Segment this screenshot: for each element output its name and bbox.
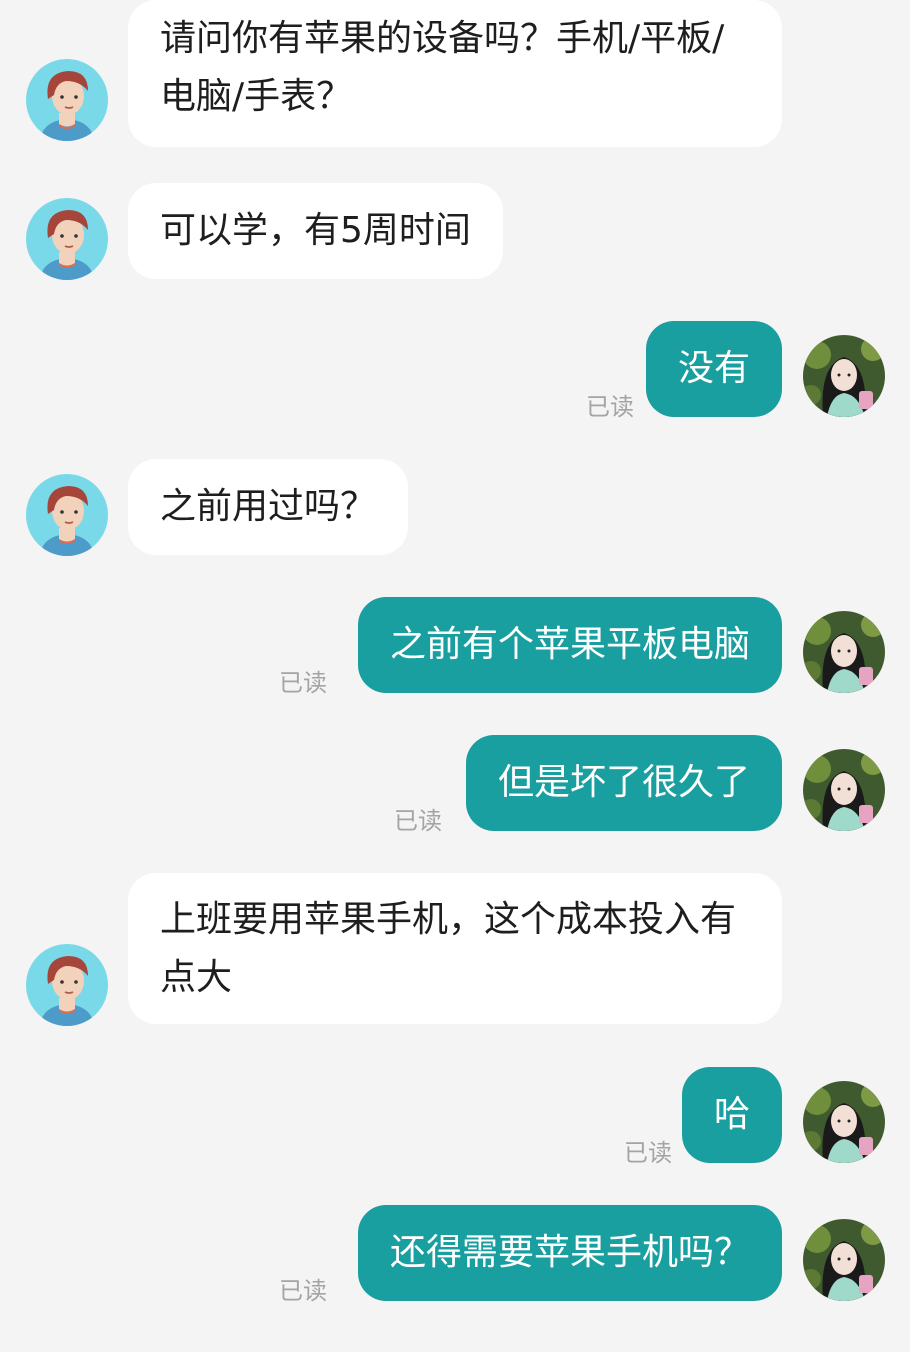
- message-text: 但是坏了很久了: [497, 762, 750, 803]
- cartoon-person-icon: [26, 474, 108, 556]
- contact-avatar[interactable]: [26, 59, 108, 141]
- outgoing-message[interactable]: 哈: [681, 1067, 782, 1163]
- message-text: 之前用过吗？: [160, 486, 377, 527]
- read-status: 已读: [624, 1139, 672, 1167]
- self-avatar[interactable]: [803, 749, 885, 831]
- incoming-message[interactable]: 上班要用苹果手机，这个成本投入有点大: [128, 873, 782, 1024]
- read-status: 已读: [586, 393, 634, 421]
- cartoon-person-icon: [26, 59, 108, 141]
- self-avatar[interactable]: [803, 335, 885, 417]
- message-text: 哈: [713, 1094, 750, 1135]
- message-text: 之前有个苹果平板电脑: [389, 624, 750, 665]
- read-status: 已读: [279, 669, 327, 697]
- contact-avatar[interactable]: [26, 474, 108, 556]
- read-status: 已读: [279, 1277, 327, 1305]
- outgoing-message[interactable]: 之前有个苹果平板电脑: [357, 597, 782, 693]
- message-text: 还得需要苹果手机吗？: [389, 1232, 750, 1273]
- self-avatar[interactable]: [803, 1081, 885, 1163]
- self-avatar[interactable]: [803, 1219, 885, 1301]
- cartoon-person-icon: [26, 198, 108, 280]
- photo-avatar-icon: [803, 1219, 885, 1301]
- outgoing-message[interactable]: 还得需要苹果手机吗？: [357, 1205, 782, 1301]
- contact-avatar[interactable]: [26, 944, 108, 1026]
- self-avatar[interactable]: [803, 611, 885, 693]
- message-text: 没有: [677, 348, 750, 389]
- cartoon-person-icon: [26, 944, 108, 1026]
- read-status: 已读: [394, 807, 442, 835]
- message-text: 可以学，有5周时间: [160, 210, 471, 251]
- incoming-message[interactable]: 请问你有苹果的设备吗？手机/平板/电脑/手表？: [128, 0, 782, 147]
- chat-view: 请问你有苹果的设备吗？手机/平板/电脑/手表？ 可以学，有5周时间 已读 没有: [0, 0, 910, 1352]
- message-text: 请问你有苹果的设备吗？手机/平板/电脑/手表？: [160, 18, 725, 117]
- contact-avatar[interactable]: [26, 198, 108, 280]
- incoming-message[interactable]: 之前用过吗？: [128, 459, 409, 555]
- outgoing-message[interactable]: 但是坏了很久了: [465, 735, 782, 831]
- photo-avatar-icon: [803, 749, 885, 831]
- photo-avatar-icon: [803, 611, 885, 693]
- incoming-message[interactable]: 可以学，有5周时间: [128, 183, 503, 279]
- photo-avatar-icon: [803, 1081, 885, 1163]
- outgoing-message[interactable]: 没有: [645, 321, 782, 417]
- photo-avatar-icon: [803, 335, 885, 417]
- message-text: 上班要用苹果手机，这个成本投入有点大: [160, 899, 737, 998]
